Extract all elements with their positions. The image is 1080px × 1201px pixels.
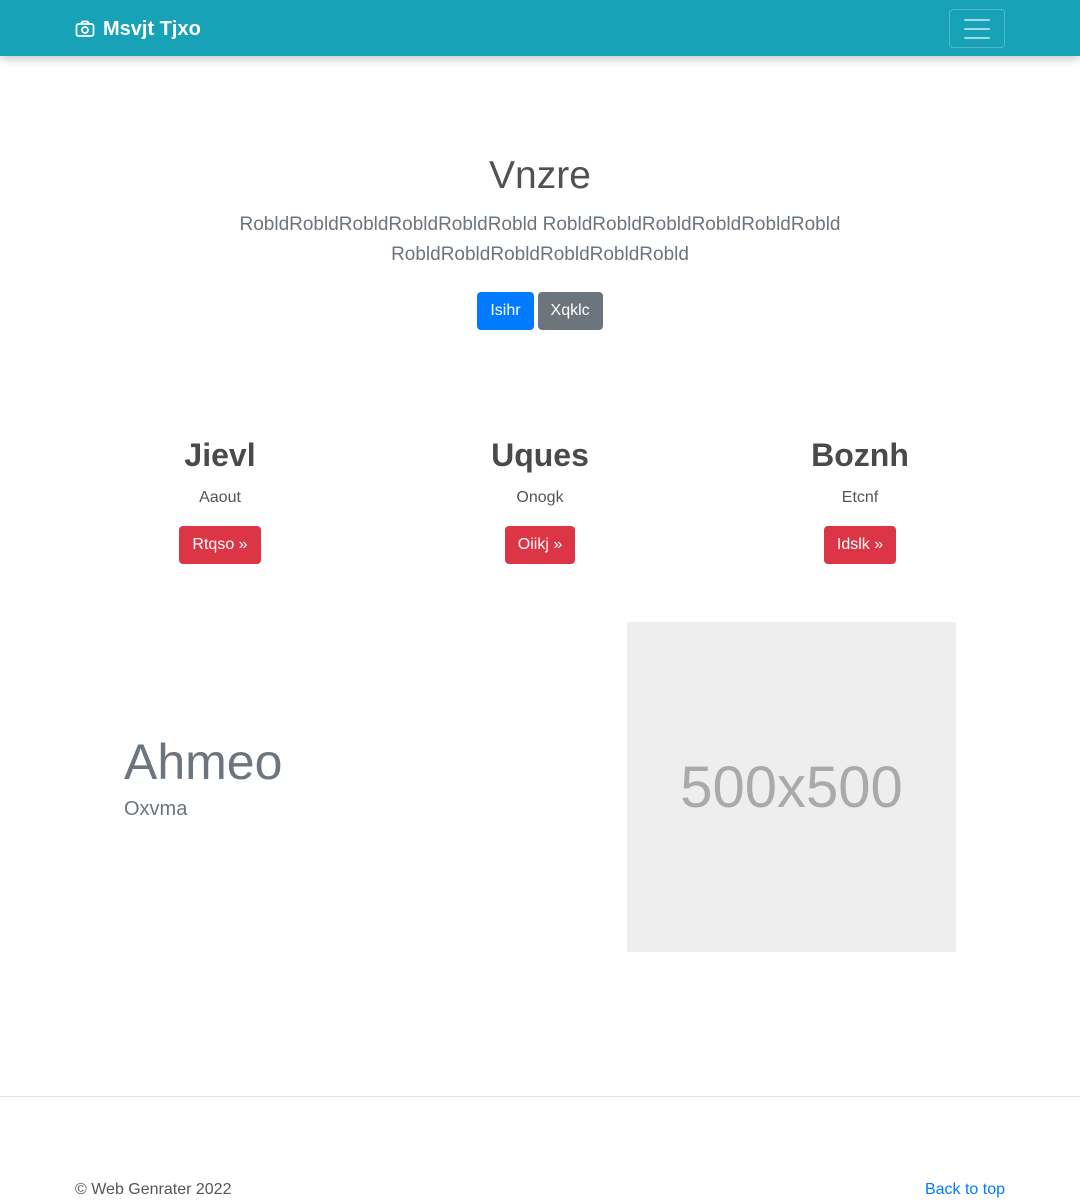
- placeholder-image: 500x500: [627, 622, 956, 952]
- footer-copyright: © Web Genrater 2022: [75, 1181, 232, 1198]
- hero-lead-text: RobldRobldRobldRobldRobldRobld RobldRobl…: [239, 214, 841, 265]
- hero-title: Vnzre: [489, 154, 591, 197]
- feature-title: Jievl: [184, 437, 256, 473]
- feature-text: Onogk: [516, 489, 564, 506]
- feature-column-2: Uques Onogk Oiikj »: [380, 434, 700, 564]
- back-to-top-link[interactable]: Back to top: [925, 1180, 1005, 1200]
- feature-button-2[interactable]: Oiikj »: [504, 526, 576, 564]
- hero-buttons: Isihr Xqklc: [0, 292, 1080, 330]
- featurette-subheading: Oxvma: [124, 798, 188, 820]
- placeholder-image-label: 500x500: [680, 754, 903, 820]
- brand-link[interactable]: Msvjt Tjxo: [75, 15, 201, 43]
- feature-button-3[interactable]: Idslk »: [823, 526, 897, 564]
- featurette-heading: Ahmeo: [124, 734, 283, 790]
- brand-name: Msvjt Tjxo: [103, 17, 201, 40]
- feature-column-1: Jievl Aaout Rtqso »: [60, 434, 380, 564]
- navbar-toggler-button[interactable]: [949, 9, 1005, 48]
- feature-title: Uques: [491, 437, 589, 473]
- feature-title: Boznh: [811, 437, 909, 473]
- hero-primary-button[interactable]: Isihr: [477, 292, 534, 330]
- top-navbar: Msvjt Tjxo: [0, 0, 1080, 56]
- feature-text: Aaout: [199, 489, 241, 506]
- feature-button-1[interactable]: Rtqso »: [179, 526, 261, 564]
- hero-secondary-button[interactable]: Xqklc: [537, 292, 603, 330]
- feature-text: Etcnf: [841, 489, 879, 506]
- footer-divider: [0, 1096, 1080, 1097]
- camera-icon: [75, 20, 95, 38]
- feature-column-3: Boznh Etcnf Idslk »: [700, 434, 1020, 564]
- hamburger-menu-icon: [964, 18, 990, 21]
